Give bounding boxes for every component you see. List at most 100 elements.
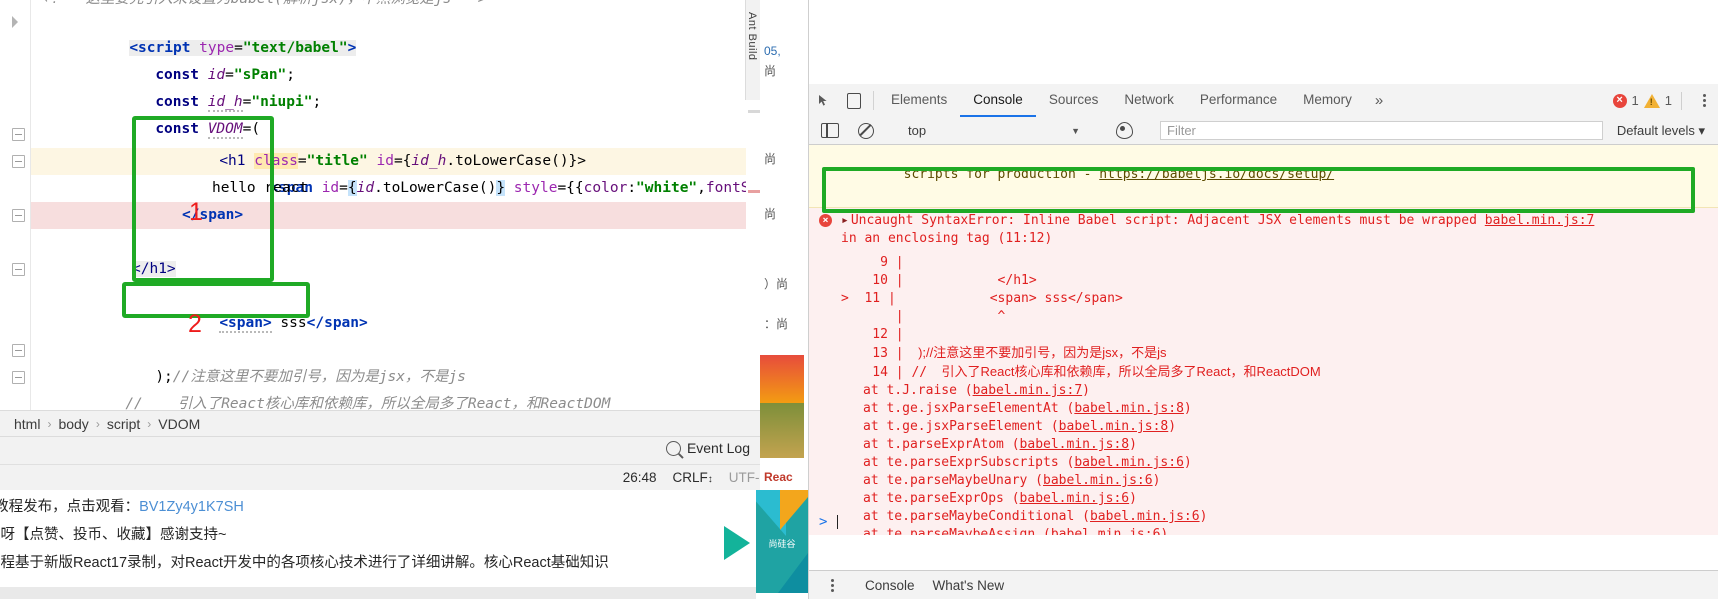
tab-label: Sources [1048, 92, 1099, 107]
tab-label: Elements [891, 92, 948, 107]
screenshot-root: ‹!-- 这里要先引入来设置为babel(解析jsx)，不然浏览是js --> … [0, 0, 1718, 599]
search-icon [665, 440, 681, 456]
stack-link[interactable]: babel.min.js:6 [1043, 473, 1153, 488]
text-caret [837, 515, 839, 529]
video-desc-line-2: 连呀【点赞、投币、收藏】感谢支持~ [0, 527, 227, 543]
strip-text: ：尚 [764, 317, 789, 331]
tab-network[interactable]: Network [1111, 84, 1187, 117]
code-editor[interactable]: ‹!-- 这里要先引入来设置为babel(解析jsx)，不然浏览是js --> … [0, 0, 808, 439]
drawer-tab-console[interactable]: Console [865, 578, 915, 593]
tab-memory[interactable]: Memory [1290, 84, 1365, 117]
console-filter-bar: top ▼ Filter Default levels ▾ [809, 117, 1718, 145]
fold-toggle[interactable] [12, 209, 25, 222]
stack-frame: at te.parseExprSubscripts (babel.min.js:… [863, 455, 1192, 470]
console-sidebar-toggle-icon[interactable] [815, 123, 845, 138]
code-frame-line: 12 | [841, 327, 904, 342]
stack-frame: at t.ge.jsxParseElementAt (babel.min.js:… [863, 401, 1192, 416]
breadcrumb-item-body[interactable]: body [58, 416, 88, 432]
breadcrumb-item-html[interactable]: html [14, 416, 40, 432]
annotation-box-error [822, 167, 1695, 213]
annotation-number-1: 1 [189, 198, 203, 226]
breadcrumb-item-vdom[interactable]: VDOM [158, 416, 200, 432]
tab-console[interactable]: Console [960, 84, 1036, 117]
fold-toggle[interactable] [12, 16, 25, 29]
video-progress-bar[interactable] [0, 587, 756, 599]
fold-toggle[interactable] [12, 371, 25, 384]
tab-label: Network [1124, 92, 1174, 107]
tab-sources[interactable]: Sources [1036, 84, 1112, 117]
ide-window: ‹!-- 这里要先引入来设置为babel(解析jsx)，不然浏览是js --> … [0, 0, 808, 599]
console-filter-input[interactable]: Filter [1160, 121, 1603, 140]
error-count-badge[interactable]: × 1 [1612, 93, 1639, 108]
stack-link[interactable]: babel.min.js:6 [1020, 491, 1130, 506]
log-level-selector[interactable]: Default levels ▾ [1609, 123, 1713, 139]
stack-frame: at t.J.raise (babel.min.js:7) [863, 383, 1090, 398]
event-log-button[interactable]: Event Log [665, 440, 750, 456]
strip-label-react: Reac [764, 470, 793, 484]
breadcrumb-item-script[interactable]: script [107, 416, 140, 432]
code-frame-line-error: > 11 | <span> sss</span> [841, 291, 1123, 306]
drawer-menu-icon[interactable] [823, 578, 841, 592]
error-title-cont: in an enclosing tag (11:12) [841, 231, 1053, 246]
ant-build-label: Ant Build [746, 12, 758, 61]
code-frame-caret: | ^ [841, 309, 1006, 324]
event-log-label: Event Log [686, 440, 750, 456]
strip-thumbnail [760, 355, 804, 403]
stack-link[interactable]: babel.min.js:8 [1020, 437, 1130, 452]
play-button-icon[interactable] [724, 526, 750, 560]
drawer-tab-whats-new[interactable]: What's New [933, 578, 1005, 593]
tab-performance[interactable]: Performance [1187, 84, 1290, 117]
code-frame-line: 9 | [841, 255, 904, 270]
filter-placeholder: Filter [1167, 123, 1196, 138]
fold-toggle[interactable] [12, 155, 25, 168]
strip-text: 尚 [764, 207, 777, 221]
caret-position[interactable]: 26:48 [623, 470, 657, 485]
error-icon: × [1612, 93, 1627, 108]
clear-console-icon[interactable] [851, 122, 881, 139]
console-prompt[interactable]: > [809, 509, 1718, 535]
strip-text: 尚 [764, 152, 777, 166]
inspect-element-icon[interactable] [809, 84, 839, 117]
background-app-strip: 05, 尚 尚 尚 ）尚 ：尚 Reac 讲师： [760, 0, 808, 490]
stack-frame: at t.parseExprAtom (babel.min.js:8) [863, 437, 1137, 452]
tab-label: Performance [1199, 92, 1278, 107]
devtools-settings-menu-icon[interactable] [1695, 94, 1713, 107]
console-settings-eye-icon[interactable] [1109, 122, 1139, 139]
devtools-drawer-bar: Console What's New [809, 570, 1718, 599]
code-frame-line: 10 | </h1> [841, 273, 1037, 288]
stack-frame: at t.ge.jsxParseElement (babel.min.js:8) [863, 419, 1177, 434]
editor-gutter[interactable] [0, 0, 31, 410]
stack-link[interactable]: babel.min.js:8 [1074, 401, 1184, 416]
stack-link[interactable]: babel.min.js:6 [1074, 455, 1184, 470]
strip-text: 尚 [764, 64, 777, 78]
expand-arrow-icon[interactable]: ▸ [841, 213, 849, 228]
annotation-box-1 [132, 116, 274, 282]
line-separator-selector[interactable]: CRLF↕ [672, 470, 712, 485]
stack-link[interactable]: babel.min.js:7 [973, 383, 1083, 398]
annotation-box-2 [122, 282, 310, 318]
tab-elements[interactable]: Elements [878, 84, 960, 117]
strip-text: 05, [764, 44, 781, 58]
code-frame-line: 13 | );//注意这里不要加引号，因为是jsx，不是js [841, 345, 1167, 361]
video-link[interactable]: BV1Zy4y1K7SH [139, 499, 244, 515]
video-desc-line-3: 教程基于新版React17录制，对React开发中的各项核心技术进行了详细讲解。… [0, 555, 609, 571]
code-line: ‹!-- 这里要先引入来设置为babel(解析jsx)，不然浏览是js --> [42, 0, 486, 7]
stack-frame: at te.parseExprOps (babel.min.js:6) [863, 491, 1137, 506]
error-message: ▸ Uncaught SyntaxError: Inline Babel scri… [841, 212, 1718, 248]
device-toolbar-icon[interactable] [839, 84, 869, 117]
devtools-toolbar-right: × 1 1 [1612, 84, 1718, 117]
breadcrumb[interactable]: html › body › script › VDOM [0, 410, 808, 437]
error-source-link[interactable]: babel.min.js:7 [1485, 213, 1595, 228]
warning-icon [1643, 93, 1660, 108]
more-tabs-icon[interactable]: » [1365, 84, 1393, 117]
execution-context-selector[interactable]: top ▼ [902, 123, 1088, 138]
console-error-row[interactable]: × ▸ Uncaught SyntaxError: Inline Babel sc… [809, 208, 1718, 535]
code-frame-line: 14 | // 引入了React核心库和依赖库，所以全局多了React，和Rea… [841, 364, 1321, 380]
stack-link[interactable]: babel.min.js:8 [1059, 419, 1169, 434]
fold-toggle[interactable] [12, 344, 25, 357]
chevron-down-icon: ▼ [1071, 125, 1080, 136]
fold-toggle[interactable] [12, 263, 25, 276]
devtools-panel: Elements Console Sources Network Perform… [808, 0, 1718, 599]
warning-count-badge[interactable]: 1 [1643, 93, 1672, 108]
fold-toggle[interactable] [12, 128, 25, 141]
